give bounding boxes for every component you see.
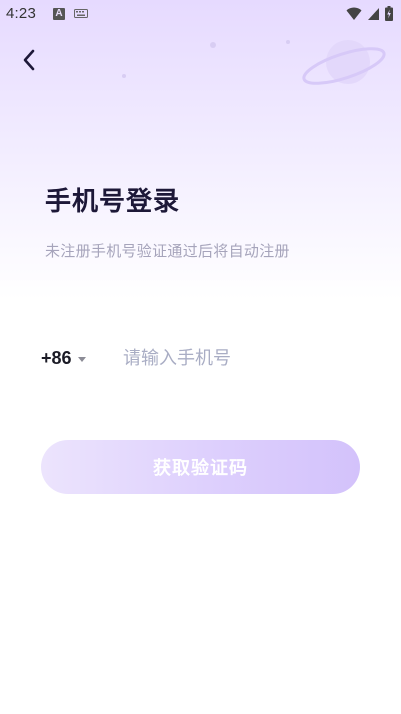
- signal-icon: [368, 7, 379, 20]
- phone-input-row: +86: [41, 340, 361, 376]
- country-code-selector[interactable]: +86: [41, 348, 123, 369]
- a-notification-icon: A: [53, 8, 65, 20]
- keyboard-icon: [74, 9, 88, 18]
- planet-icon: [302, 40, 386, 85]
- phone-input[interactable]: [123, 347, 353, 369]
- status-right-icons: [346, 6, 393, 21]
- get-code-button[interactable]: 获取验证码: [41, 440, 360, 494]
- back-button[interactable]: [14, 45, 44, 75]
- status-time: 4:23: [6, 5, 36, 22]
- wifi-icon: [346, 7, 362, 20]
- caret-down-icon: [77, 356, 86, 362]
- country-code-label: +86: [41, 347, 72, 368]
- decorative-dot: [122, 74, 126, 78]
- chevron-left-icon: [23, 49, 35, 71]
- battery-charging-icon: [385, 6, 393, 21]
- page-title: 手机号登录: [45, 187, 181, 217]
- page-subtitle: 未注册手机号验证通过后将自动注册: [45, 242, 290, 260]
- decorative-dot: [210, 42, 216, 48]
- status-bar: 4:23 A: [0, 0, 401, 28]
- decorative-dot: [286, 40, 290, 44]
